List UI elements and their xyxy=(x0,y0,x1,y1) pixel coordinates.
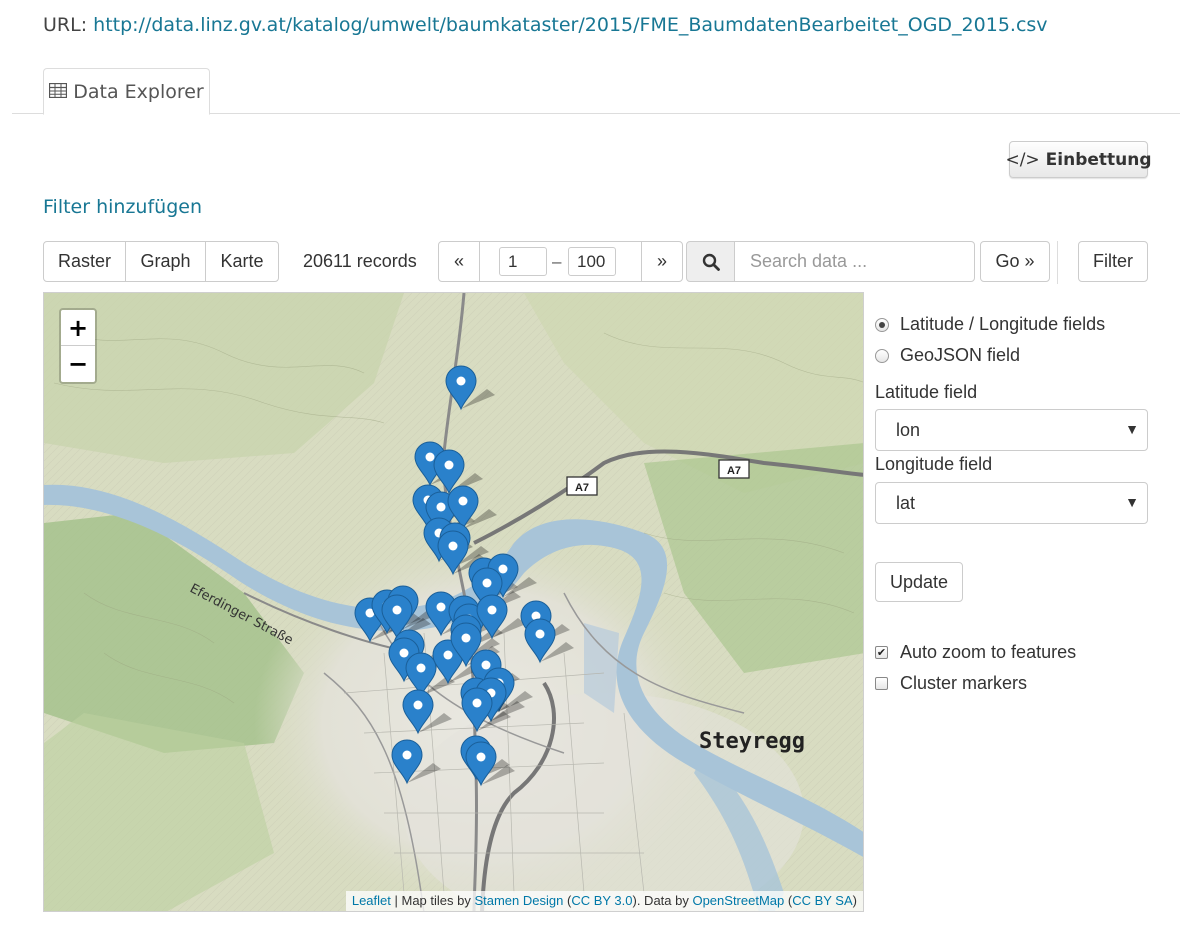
attribution-stamen-link[interactable]: Stamen Design xyxy=(474,893,563,908)
attribution-osm-link[interactable]: OpenStreetMap xyxy=(692,893,784,908)
pager: « – » xyxy=(438,241,683,282)
radio-geojson-row[interactable]: GeoJSON field xyxy=(875,345,1020,366)
longitude-field-label: Longitude field xyxy=(875,454,993,474)
radio-latlon-label: Latitude / Longitude fields xyxy=(900,314,1106,334)
latitude-field-label: Latitude field xyxy=(875,382,978,402)
pager-next-button[interactable]: » xyxy=(641,242,682,281)
toolbar-divider xyxy=(1057,241,1058,284)
table-icon xyxy=(49,81,68,103)
marker-layer xyxy=(354,365,574,787)
attribution-ccby-link[interactable]: CC BY 3.0 xyxy=(571,893,632,908)
update-button[interactable]: Update xyxy=(875,562,963,602)
filter-button[interactable]: Filter xyxy=(1078,241,1148,282)
tab-data-explorer[interactable]: Data Explorer xyxy=(43,68,210,115)
caret-down-icon: ▼ xyxy=(1125,494,1139,510)
source-url-line: URL: http://data.linz.gv.at/katalog/umwe… xyxy=(43,14,1048,36)
attribution-text-1: | Map tiles by xyxy=(390,893,475,908)
caret-down-icon: ▼ xyxy=(1125,421,1139,437)
search-input[interactable] xyxy=(734,241,975,282)
map-marker[interactable] xyxy=(445,365,495,411)
latitude-field-select[interactable]: lon ▼ xyxy=(875,409,1148,451)
longitude-field-select[interactable]: lat ▼ xyxy=(875,482,1148,524)
pager-dash: – xyxy=(552,252,562,271)
map-view[interactable]: A7 A7 Eferdinger Straße Steyregg + − Lea… xyxy=(43,292,864,912)
auto-zoom-row[interactable]: ✔ Auto zoom to features xyxy=(875,642,1076,663)
record-count: 20611 records xyxy=(303,251,417,271)
pager-prev-button[interactable]: « xyxy=(439,242,480,281)
auto-zoom-checkbox[interactable]: ✔ xyxy=(875,646,888,659)
source-url-label: URL: xyxy=(43,14,88,36)
tab-data-explorer-label: Data Explorer xyxy=(73,80,204,103)
view-button-raster[interactable]: Raster xyxy=(43,241,126,282)
map-marker[interactable] xyxy=(524,618,574,664)
cluster-markers-checkbox[interactable] xyxy=(875,677,888,690)
pager-from-input[interactable] xyxy=(499,247,547,276)
radio-latlon[interactable] xyxy=(875,317,889,332)
embed-button[interactable]: </> Einbettung xyxy=(1005,141,1152,178)
radio-geojson[interactable] xyxy=(875,348,889,363)
cluster-markers-label: Cluster markers xyxy=(900,673,1028,693)
attribution-leaflet-link[interactable]: Leaflet xyxy=(352,893,391,908)
code-icon: </> xyxy=(1005,149,1040,170)
radio-geojson-label: GeoJSON field xyxy=(900,345,1021,365)
cluster-markers-row[interactable]: Cluster markers xyxy=(875,673,1027,694)
embed-button-label: Einbettung xyxy=(1045,149,1152,170)
latitude-field-value: lon xyxy=(896,419,921,440)
auto-zoom-label: Auto zoom to features xyxy=(900,642,1077,662)
map-marker[interactable] xyxy=(476,594,526,640)
zoom-in-button[interactable]: + xyxy=(61,310,95,346)
map-attribution: Leaflet | Map tiles by Stamen Design (CC… xyxy=(345,891,863,911)
source-url-link[interactable]: http://data.linz.gv.at/katalog/umwelt/ba… xyxy=(93,14,1047,36)
view-switcher: Raster Graph Karte xyxy=(43,241,279,282)
view-button-graph[interactable]: Graph xyxy=(125,241,206,282)
view-button-map[interactable]: Karte xyxy=(205,241,279,282)
attribution-ccbysa-link[interactable]: CC BY SA xyxy=(792,893,852,908)
map-marker[interactable] xyxy=(391,739,441,785)
zoom-control: + − xyxy=(59,308,97,384)
radio-latlon-row[interactable]: Latitude / Longitude fields xyxy=(875,314,1105,335)
search-icon xyxy=(686,241,735,282)
attribution-text-4: ( xyxy=(784,893,793,908)
attribution-text-3: ). Data by xyxy=(632,893,693,908)
pager-to-input[interactable] xyxy=(568,247,616,276)
zoom-out-button[interactable]: − xyxy=(61,346,95,382)
longitude-field-value: lat xyxy=(896,492,916,513)
add-filter-link[interactable]: Filter hinzufügen xyxy=(43,196,202,218)
attribution-text-5: ) xyxy=(852,893,857,908)
search-go-button[interactable]: Go » xyxy=(980,241,1050,282)
map-marker[interactable] xyxy=(402,689,452,735)
